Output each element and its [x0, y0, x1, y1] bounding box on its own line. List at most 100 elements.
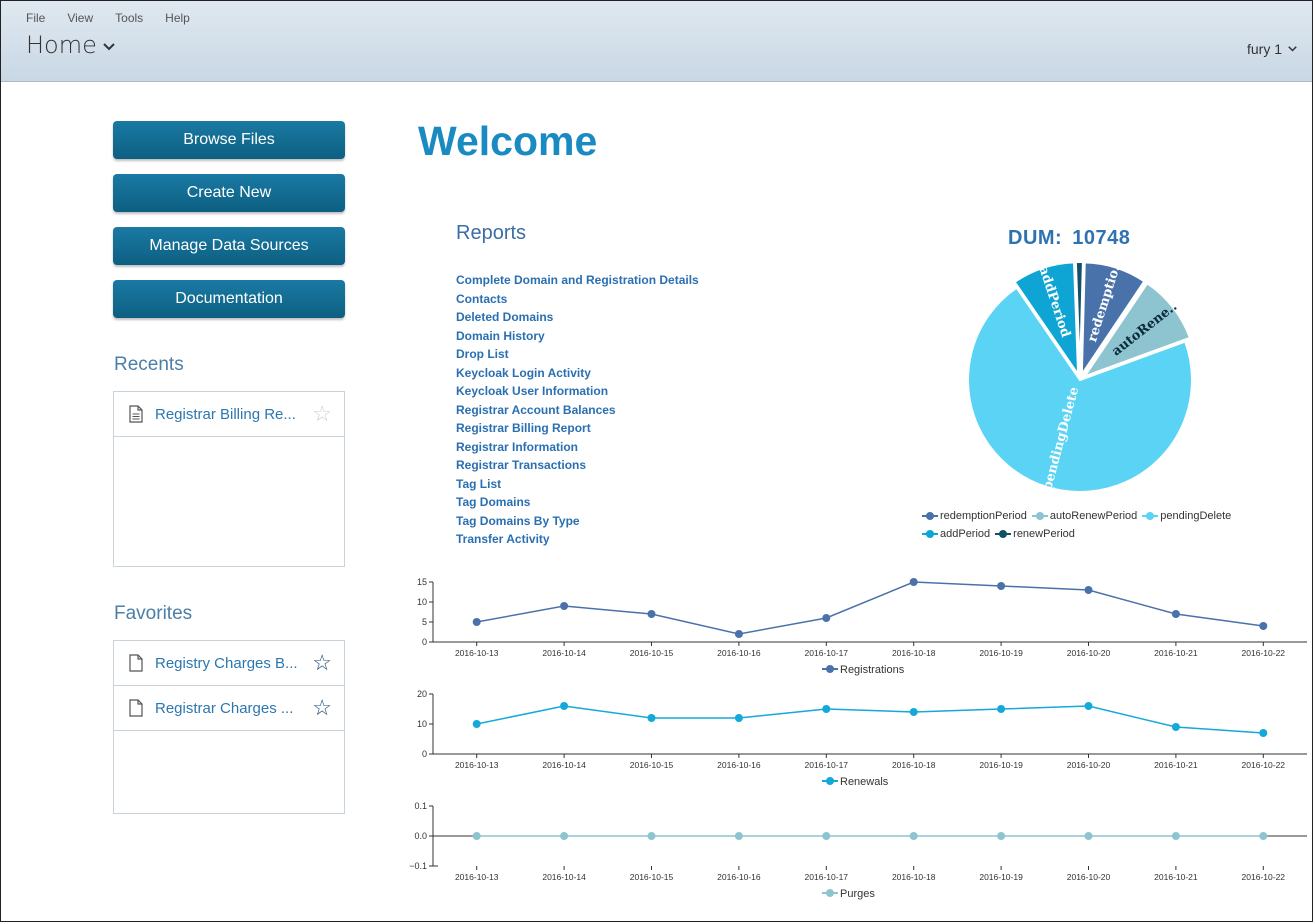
documentation-button[interactable]: Documentation	[113, 280, 345, 318]
legend-label: renewPeriod	[1013, 528, 1075, 540]
data-point[interactable]	[822, 705, 831, 713]
y-tick-label: 20	[417, 689, 427, 699]
y-tick-label: 0	[422, 749, 427, 759]
report-link[interactable]: Registrar Account Balances	[456, 401, 699, 420]
data-point[interactable]	[734, 714, 743, 722]
legend-marker	[922, 529, 938, 539]
report-link[interactable]: Contacts	[456, 290, 699, 309]
y-tick-label: −0.1	[409, 861, 427, 871]
manage-data-sources-button[interactable]: Manage Data Sources	[113, 227, 345, 265]
report-link[interactable]: Complete Domain and Registration Details	[456, 271, 699, 290]
data-point[interactable]	[734, 832, 743, 840]
menu-help[interactable]: Help	[165, 11, 190, 25]
dum-value: 10748	[1072, 227, 1131, 249]
data-point[interactable]	[997, 582, 1006, 590]
data-point[interactable]	[1259, 832, 1268, 840]
menu-file[interactable]: File	[26, 11, 45, 25]
data-point[interactable]	[1259, 729, 1268, 737]
data-point[interactable]	[822, 614, 831, 622]
y-tick-label: 10	[417, 597, 427, 607]
data-point[interactable]	[560, 602, 569, 610]
data-point[interactable]	[909, 708, 918, 716]
star-outline-icon[interactable]: ☆	[312, 403, 332, 425]
x-tick-label: 2016-10-20	[1067, 648, 1111, 658]
data-point[interactable]	[472, 832, 481, 840]
favorite-item[interactable]: Registrar Charges ... ☆	[114, 686, 344, 731]
data-point[interactable]	[909, 578, 918, 586]
report-link[interactable]: Transfer Activity	[456, 530, 699, 549]
x-tick-label: 2016-10-19	[979, 872, 1023, 882]
pie-chart: redemptio..autoRene..pendingDeleteaddPer…	[967, 260, 1193, 493]
dum-title: DUM: 10748	[1008, 227, 1130, 250]
report-link[interactable]: Keycloak User Information	[456, 382, 699, 401]
data-point[interactable]	[1084, 586, 1093, 594]
data-point[interactable]	[472, 720, 481, 728]
data-point[interactable]	[822, 832, 831, 840]
legend-item-renewPeriod[interactable]: renewPeriod	[995, 525, 1075, 543]
data-point[interactable]	[1259, 622, 1268, 630]
recent-item[interactable]: Registrar Billing Re... ☆	[114, 392, 344, 437]
data-point[interactable]	[647, 610, 656, 618]
create-new-button[interactable]: Create New	[113, 174, 345, 212]
menu-view[interactable]: View	[67, 11, 93, 25]
data-point[interactable]	[909, 832, 918, 840]
star-icon[interactable]: ☆	[312, 652, 332, 674]
data-point[interactable]	[472, 618, 481, 626]
favorite-item[interactable]: Registry Charges B... ☆	[114, 641, 344, 686]
data-point[interactable]	[1171, 610, 1180, 618]
x-tick-label: 2016-10-13	[455, 872, 499, 882]
user-name: fury 1	[1246, 41, 1282, 57]
legend-label: autoRenewPeriod	[1049, 510, 1138, 522]
home-dropdown[interactable]: Home	[26, 31, 115, 59]
data-point[interactable]	[560, 702, 569, 710]
report-link[interactable]: Registrar Information	[456, 438, 699, 457]
legend-marker	[826, 889, 834, 897]
report-link[interactable]: Keycloak Login Activity	[456, 364, 699, 383]
x-tick-label: 2016-10-17	[805, 872, 849, 882]
favorite-item-label: Registrar Charges ...	[155, 699, 294, 717]
browse-files-button[interactable]: Browse Files	[113, 121, 345, 159]
report-link[interactable]: Drop List	[456, 345, 699, 364]
report-link[interactable]: Tag Domains	[456, 493, 699, 512]
legend-label: addPeriod	[940, 528, 991, 540]
star-icon[interactable]: ☆	[312, 697, 332, 719]
x-tick-label: 2016-10-19	[979, 648, 1023, 658]
legend-item-autoRenewPeriod[interactable]: autoRenewPeriod	[1031, 507, 1138, 525]
data-point[interactable]	[1171, 832, 1180, 840]
favorites-list: Registry Charges B... ☆ Registrar Charge…	[113, 640, 345, 814]
report-link[interactable]: Registrar Transactions	[456, 456, 699, 475]
x-tick-label: 2016-10-16	[717, 872, 761, 882]
x-tick-label: 2016-10-18	[892, 760, 936, 770]
x-tick-label: 2016-10-13	[455, 648, 499, 658]
recent-item-label: Registrar Billing Re...	[155, 405, 296, 423]
report-link[interactable]: Deleted Domains	[456, 308, 699, 327]
data-point[interactable]	[1084, 702, 1093, 710]
x-tick-label: 2016-10-20	[1067, 872, 1111, 882]
data-point[interactable]	[997, 832, 1006, 840]
data-point[interactable]	[1084, 832, 1093, 840]
data-point[interactable]	[647, 832, 656, 840]
data-point[interactable]	[734, 630, 743, 638]
x-tick-label: 2016-10-17	[805, 648, 849, 658]
header-bar: File View Tools Help Home fury 1	[1, 1, 1312, 82]
data-point[interactable]	[647, 714, 656, 722]
legend-label: Purges	[840, 888, 875, 900]
report-link[interactable]: Tag Domains By Type	[456, 512, 699, 531]
report-link[interactable]: Registrar Billing Report	[456, 419, 699, 438]
x-tick-label: 2016-10-19	[979, 760, 1023, 770]
x-tick-label: 2016-10-15	[630, 648, 674, 658]
series-line-Registrations	[476, 581, 1264, 635]
data-point[interactable]	[997, 705, 1006, 713]
report-link[interactable]: Tag List	[456, 475, 699, 494]
report-link[interactable]: Domain History	[456, 327, 699, 346]
user-menu[interactable]: fury 1	[1247, 41, 1297, 57]
x-tick-label: 2016-10-21	[1154, 872, 1198, 882]
x-tick-label: 2016-10-20	[1067, 760, 1111, 770]
data-point[interactable]	[560, 832, 569, 840]
x-tick-label: 2016-10-14	[542, 872, 586, 882]
data-point[interactable]	[1171, 723, 1180, 731]
legend-item-redemptionPeriod[interactable]: redemptionPeriod	[922, 507, 1027, 525]
menu-tools[interactable]: Tools	[115, 11, 143, 25]
legend-item-addPeriod[interactable]: addPeriod	[922, 525, 990, 543]
legend-item-pendingDelete[interactable]: pendingDelete	[1142, 507, 1231, 525]
